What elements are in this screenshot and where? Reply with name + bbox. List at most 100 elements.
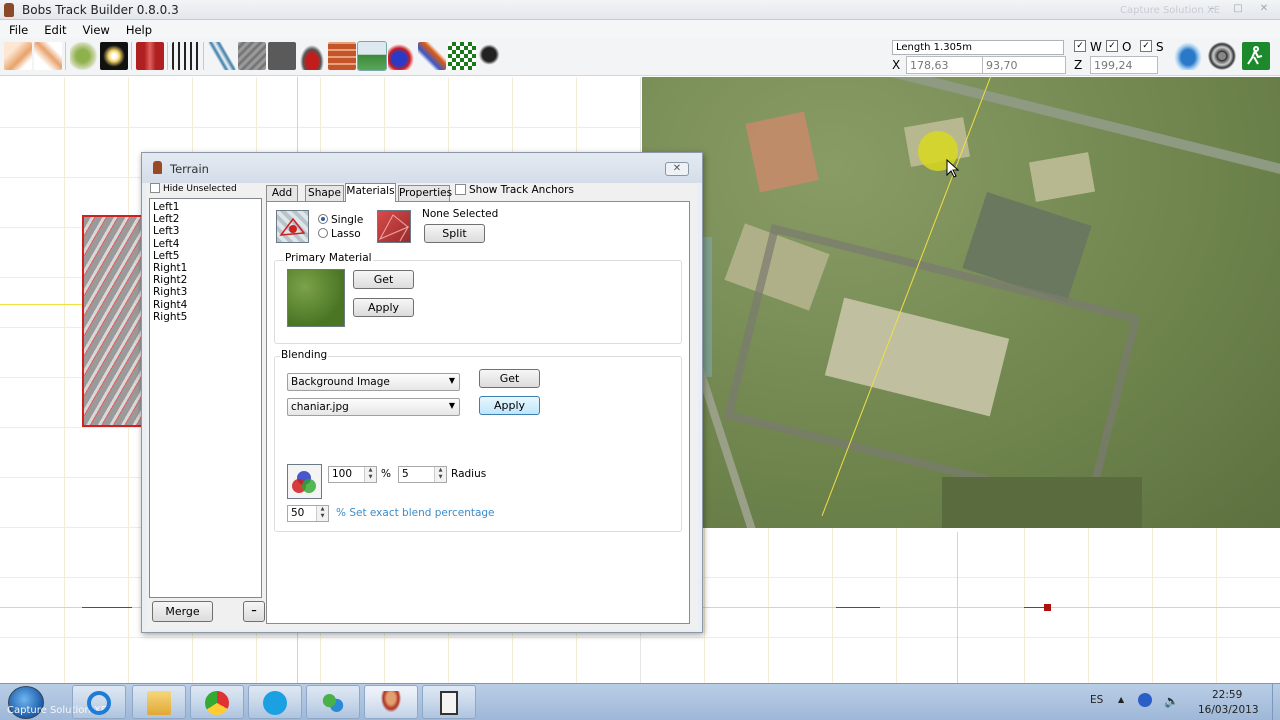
primary-apply-button[interactable]: Apply: [353, 298, 414, 317]
list-item[interactable]: Left5: [153, 250, 258, 262]
wall-icon[interactable]: [136, 42, 164, 70]
menu-file[interactable]: File: [0, 20, 35, 37]
w-checkbox[interactable]: ✓: [1074, 40, 1086, 52]
track-mesh-preview[interactable]: [82, 215, 144, 427]
blend-apply-button[interactable]: Apply: [479, 396, 540, 415]
exact-blend-value: 50: [291, 507, 305, 519]
collapse-button[interactable]: ━: [243, 601, 265, 622]
tab-properties[interactable]: Properties: [398, 185, 452, 201]
list-item[interactable]: Left1: [153, 201, 258, 213]
brick-icon[interactable]: [328, 42, 356, 70]
maximize-button[interactable]: □: [1226, 2, 1250, 17]
dark-texture-icon[interactable]: [268, 42, 296, 70]
taskbar-chrome[interactable]: [190, 685, 244, 719]
z-field[interactable]: 199,24: [1090, 56, 1158, 74]
action-center-icon[interactable]: [1138, 693, 1152, 707]
list-item[interactable]: Right5: [153, 311, 258, 323]
blend-get-button[interactable]: Get: [479, 369, 540, 388]
car-icon[interactable]: [298, 42, 326, 70]
hide-unselected-checkbox[interactable]: Hide Unselected: [150, 183, 237, 194]
blend-image-select[interactable]: chaniar.jpg ▼: [287, 398, 460, 416]
track-node-marker[interactable]: [1044, 604, 1051, 611]
s-checkbox[interactable]: ✓: [1140, 40, 1152, 52]
paint-icon[interactable]: [418, 42, 446, 70]
exact-blend-stepper[interactable]: 50 ▲ ▼: [287, 505, 329, 522]
spin-up-icon[interactable]: ▲: [439, 467, 443, 473]
primary-material-swatch[interactable]: [287, 269, 345, 327]
language-indicator[interactable]: ES: [1090, 694, 1103, 706]
menu-help[interactable]: Help: [117, 20, 159, 37]
steering-wheel-icon[interactable]: [1208, 42, 1236, 70]
spin-up-icon[interactable]: ▲: [321, 506, 325, 512]
taskbar-skype[interactable]: [248, 685, 302, 719]
taskbar-doc[interactable]: [422, 685, 476, 719]
section-list[interactable]: Left1 Left2 Left3 Left4 Left5 Right1 Rig…: [149, 198, 262, 598]
taskbar-people[interactable]: [306, 685, 360, 719]
taskbar-btb[interactable]: [364, 685, 418, 719]
lasso-radio[interactable]: Lasso: [318, 228, 361, 240]
show-track-anchors-checkbox[interactable]: Show Track Anchors: [455, 184, 574, 196]
objects-icon[interactable]: [388, 42, 416, 70]
minimize-button[interactable]: –: [1200, 2, 1224, 17]
single-radio[interactable]: Single: [318, 214, 363, 226]
terrain-dialog-titlebar[interactable]: Terrain ✕: [142, 153, 702, 183]
tab-materials[interactable]: Materials: [345, 183, 396, 202]
clock-time[interactable]: 22:59: [1212, 689, 1242, 701]
lasso-label: Lasso: [331, 228, 361, 240]
opacity-value: 100: [332, 468, 353, 480]
taskbar: Capture Solution XE ES ▲ 🔈 22:59 16/03/2…: [0, 683, 1280, 720]
chevron-down-icon: ▼: [448, 401, 455, 410]
menu-view[interactable]: View: [74, 20, 117, 37]
list-item[interactable]: Left3: [153, 225, 258, 237]
blend-source-select[interactable]: Background Image ▼: [287, 373, 460, 391]
crossing-icon[interactable]: [172, 42, 200, 70]
helicopter-icon[interactable]: [1174, 42, 1202, 70]
aerial-background-image[interactable]: [642, 77, 1280, 528]
show-desktop-button[interactable]: [1272, 684, 1280, 720]
o-checkbox[interactable]: ✓: [1106, 40, 1118, 52]
taskbar-ie[interactable]: [72, 685, 126, 719]
tab-shape[interactable]: Shape: [305, 185, 344, 201]
tab-add[interactable]: Add: [266, 185, 298, 201]
world-map-icon[interactable]: [70, 42, 98, 70]
list-item[interactable]: Right4: [153, 299, 258, 311]
color-blend-icon[interactable]: [287, 464, 322, 499]
primary-get-button[interactable]: Get: [353, 270, 414, 289]
sun-icon[interactable]: [100, 42, 128, 70]
spin-down-icon[interactable]: ▼: [321, 513, 325, 519]
spin-up-icon[interactable]: ▲: [369, 467, 373, 473]
spin-down-icon[interactable]: ▼: [439, 474, 443, 480]
set-exact-blend-link[interactable]: % Set exact blend percentage: [336, 507, 495, 519]
terrain-close-button[interactable]: ✕: [665, 162, 689, 176]
list-item[interactable]: Left4: [153, 238, 258, 250]
merge-button[interactable]: Merge: [152, 601, 213, 622]
camera-icon[interactable]: [478, 42, 506, 70]
folder-icon: [147, 691, 171, 715]
spline-tool-icon[interactable]: [4, 42, 32, 70]
tray-expand-icon[interactable]: ▲: [1118, 695, 1124, 704]
exit-icon[interactable]: [1242, 42, 1270, 70]
taskbar-explorer[interactable]: [132, 685, 186, 719]
texture-icon[interactable]: [238, 42, 266, 70]
list-item[interactable]: Right3: [153, 286, 258, 298]
road-curve-icon[interactable]: [208, 42, 236, 70]
menu-edit[interactable]: Edit: [35, 20, 73, 37]
x-field[interactable]: 178,63: [906, 56, 990, 74]
terrain-icon[interactable]: [357, 41, 387, 71]
spline-edit-icon[interactable]: [34, 42, 62, 70]
split-button[interactable]: Split: [424, 224, 485, 243]
checker-icon[interactable]: [448, 42, 476, 70]
clock-date[interactable]: 16/03/2013: [1198, 704, 1259, 716]
list-item[interactable]: Right2: [153, 274, 258, 286]
list-item[interactable]: Right1: [153, 262, 258, 274]
volume-icon[interactable]: 🔈: [1164, 694, 1179, 708]
spin-down-icon[interactable]: ▼: [369, 474, 373, 480]
terrain-select-icon[interactable]: [276, 210, 309, 243]
y-field[interactable]: 93,70: [982, 56, 1066, 74]
list-item[interactable]: Left2: [153, 213, 258, 225]
w-label: W: [1090, 40, 1102, 54]
opacity-stepper[interactable]: 100 ▲ ▼: [328, 466, 377, 483]
doc-icon: [440, 691, 458, 715]
radius-stepper[interactable]: 5 ▲ ▼: [398, 466, 447, 483]
close-button[interactable]: ✕: [1252, 2, 1276, 17]
